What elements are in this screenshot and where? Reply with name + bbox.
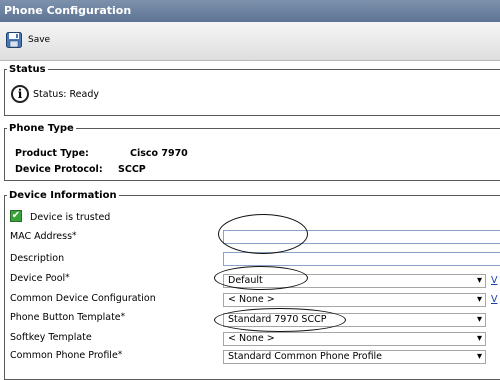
device-trusted-label: Device is trusted <box>30 212 111 223</box>
save-button[interactable]: Save <box>6 32 50 48</box>
softkey-template-label: Softkey Template <box>10 332 92 343</box>
floppy-disk-icon <box>6 32 22 48</box>
product-type-value: Cisco 7970 <box>130 148 188 159</box>
annotation-oval-mac <box>218 214 308 254</box>
device-protocol-value: SCCP <box>118 164 146 175</box>
common-device-configuration-label: Common Device Configuration <box>10 293 156 304</box>
annotation-oval-device-pool <box>214 266 308 290</box>
phone-type-section: Phone Type Product Type: Cisco 7970 Devi… <box>4 123 500 181</box>
device-protocol-label: Device Protocol: <box>15 164 103 175</box>
status-section: Status i Status: Ready <box>4 64 500 116</box>
phone-button-template-label: Phone Button Template* <box>10 312 126 323</box>
annotation-oval-phone-button <box>214 308 346 332</box>
phone-type-legend: Phone Type <box>9 123 74 134</box>
status-legend: Status <box>9 64 46 75</box>
common-device-config-view-link[interactable]: V <box>491 294 498 305</box>
device-pool-view-link[interactable]: V <box>491 275 498 286</box>
common-phone-profile-label: Common Phone Profile* <box>10 350 123 361</box>
description-label: Description <box>10 253 65 264</box>
product-type-label: Product Type: <box>15 148 89 159</box>
softkey-template-select[interactable]: < None > <box>223 332 486 346</box>
window-title: Phone Configuration <box>0 0 500 22</box>
save-label: Save <box>28 35 51 45</box>
common-device-configuration-select[interactable]: < None > <box>223 293 486 307</box>
common-phone-profile-select[interactable]: Standard Common Phone Profile <box>223 350 486 364</box>
checkmark-icon[interactable]: ✔ <box>10 210 22 222</box>
info-icon: i <box>11 85 29 103</box>
device-pool-label: Device Pool* <box>10 273 70 284</box>
description-input[interactable] <box>223 252 500 266</box>
status-text: Status: Ready <box>33 89 99 100</box>
device-information-legend: Device Information <box>9 190 117 201</box>
toolbar: Save <box>0 22 500 61</box>
mac-address-label: MAC Address* <box>10 231 77 242</box>
